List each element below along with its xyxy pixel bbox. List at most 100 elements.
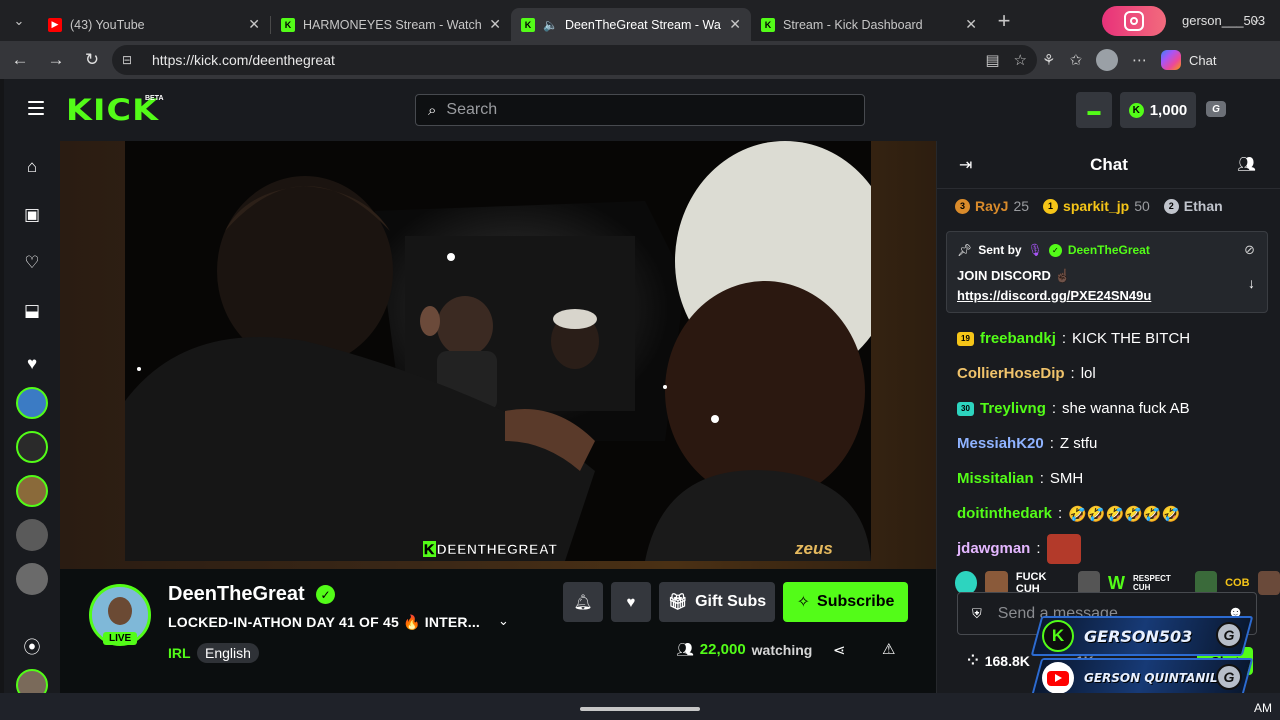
favorites-icon[interactable]: ✩ [1069, 51, 1082, 69]
heart-icon[interactable]: ♥ [20, 352, 44, 376]
browser-tab-bar: ⌄ ▶ (43) YouTube ✕ K HARMONEYES Stream -… [0, 0, 1280, 41]
chevron-down-icon[interactable]: ⌄ [1250, 10, 1262, 27]
tab-harmoneyes[interactable]: K HARMONEYES Stream - Watch Live ✕ [271, 8, 511, 41]
reader-mode-icon[interactable]: ▤ [985, 51, 999, 69]
gift-subs-label: Gift Subs [695, 593, 767, 610]
pinned-link[interactable]: https://discord.gg/PXE24SN49u [957, 288, 1151, 303]
kick-icon: K [521, 17, 535, 32]
profile-avatar[interactable] [1096, 49, 1119, 71]
chat-users-icon[interactable]: 👥︎ [1237, 155, 1256, 173]
arrow-down-icon[interactable]: ↓ [1248, 275, 1255, 291]
verified-icon: ✓ [1048, 243, 1062, 257]
kicks-balance: 1,000 [1149, 101, 1188, 119]
followed-channel-avatar[interactable] [16, 475, 48, 507]
more-icon[interactable]: ⋯ [1132, 51, 1147, 69]
language-tag[interactable]: English [197, 643, 259, 663]
emote-button[interactable]: W [1108, 573, 1125, 594]
close-icon[interactable]: ✕ [248, 16, 260, 33]
live-radio-icon[interactable]: ⦿ [20, 633, 44, 657]
video-player[interactable]: K DEENTHEGREAT zeus [125, 141, 871, 561]
copilot-button[interactable]: Chat [1161, 50, 1217, 70]
emote-button[interactable]: RESPECT CUH [1133, 574, 1187, 592]
followed-channel-avatar[interactable] [16, 563, 48, 595]
channel-name[interactable]: DeenTheGreat [168, 583, 305, 606]
viewers-icon: 👥︎ [676, 641, 694, 657]
kick-page: KICK BETA ⌕ Search ▬ K 1,000 G ⌂ ▣ ♡ ⬓ ♥… [4, 79, 1280, 693]
wallet-button[interactable]: ▬ [1076, 92, 1112, 128]
bell-icon: 🔔︎ [573, 594, 593, 611]
followed-channel-avatar[interactable] [16, 431, 48, 463]
following-icon[interactable]: ♡ [20, 251, 44, 275]
stream-title: LOCKED-IN-ATHON DAY 41 OF 45 🔥 INTER... [168, 614, 481, 630]
search-input[interactable]: ⌕ Search [415, 94, 865, 126]
shield-icon: ⛨ [972, 605, 982, 621]
leaderboard-item[interactable]: 2 Ethan [1163, 198, 1223, 214]
instagram-icon[interactable] [1102, 6, 1166, 36]
subscribe-button[interactable]: ✧ Subscribe [783, 582, 908, 622]
leaderboard-item[interactable]: 3 RayJ 25 [955, 198, 1029, 214]
watermark-k: K [423, 541, 436, 557]
followed-channel-avatar[interactable] [16, 387, 48, 419]
chat-message: doitinthedark: 🤣🤣🤣🤣🤣🤣 [957, 505, 1181, 523]
rank-badge: 2 [1163, 198, 1179, 214]
chat-username[interactable]: jdawgman [957, 540, 1030, 557]
browse-icon[interactable]: ▣ [20, 203, 44, 227]
url-field[interactable]: ⊟ https://kick.com/deenthegreat ▤ ☆ [112, 45, 1037, 75]
tab-title: DeenTheGreat Stream - Watch [564, 17, 722, 32]
site-info-icon[interactable]: ⊟ [122, 53, 140, 67]
close-icon[interactable]: ✕ [489, 16, 501, 33]
follow-button[interactable]: ♥ [611, 582, 651, 622]
taskbar-handle[interactable] [580, 707, 700, 711]
category-link[interactable]: IRL [168, 645, 191, 661]
home-icon[interactable]: ⌂ [20, 155, 44, 179]
sub-badge: 30 [957, 401, 974, 416]
back-button[interactable]: ← [2, 41, 38, 79]
hide-icon[interactable]: ⊘ [1244, 242, 1255, 258]
live-badge: LIVE [103, 632, 138, 645]
report-icon[interactable]: ⚠ [882, 640, 895, 658]
new-tab-button[interactable]: + [987, 0, 1021, 41]
kicks-icon: ⁘ [967, 652, 979, 668]
user-avatar[interactable]: G [1206, 101, 1226, 117]
emote-button[interactable]: COB [1225, 577, 1249, 589]
chat-text: lol [1080, 365, 1096, 382]
tab-kick-dashboard[interactable]: K Stream - Kick Dashboard ✕ [751, 8, 987, 41]
forward-button[interactable]: → [38, 41, 74, 79]
pinned-author[interactable]: DeenTheGreat [1068, 243, 1150, 257]
followed-channel-avatar[interactable] [16, 669, 48, 693]
chat-username[interactable]: freebandkj [980, 330, 1056, 347]
close-icon[interactable]: ✕ [965, 16, 977, 33]
chat-username[interactable]: Missitalian [957, 470, 1034, 487]
extensions-icon[interactable]: ⚘ [1042, 51, 1055, 69]
leaderboard-name: Ethan [1183, 198, 1223, 214]
chevron-down-icon[interactable]: ⌄ [498, 613, 509, 629]
tab-deenthegreat[interactable]: K 🔈 DeenTheGreat Stream - Watch ✕ [511, 8, 751, 41]
speaker-icon[interactable]: 🔈 [543, 18, 558, 32]
kicks-balance-button[interactable]: K 1,000 [1120, 92, 1196, 128]
share-icon[interactable]: ⋖ [833, 641, 846, 659]
notify-button[interactable]: 🔔︎ [563, 582, 603, 622]
followed-channel-avatar[interactable] [16, 519, 48, 551]
chat-username[interactable]: Treylivng [980, 400, 1046, 417]
chat-messages: 19 freebandkj: KICK THE BITCH CollierHos… [957, 321, 1277, 566]
chat-text: she wanna fuck AB [1062, 400, 1190, 417]
reload-button[interactable]: ↻ [74, 41, 110, 79]
tab-search-button[interactable]: ⌄ [0, 0, 38, 41]
menu-icon[interactable] [28, 101, 44, 115]
star-icon[interactable]: ☆ [1014, 51, 1027, 69]
sub-badge: 19 [957, 331, 974, 346]
chat-username[interactable]: doitinthedark [957, 505, 1052, 522]
search-placeholder: Search [446, 101, 498, 118]
pinned-message: 📌︎ Sent by 🎙︎ ✓ DeenTheGreat JOIN DISCOR… [946, 231, 1268, 313]
rank-badge: 3 [955, 198, 970, 214]
close-icon[interactable]: ✕ [729, 16, 741, 33]
leaderboard-item[interactable]: 1 sparkit_jp 50 [1043, 198, 1150, 214]
gift-subs-button[interactable]: 🎁︎ Gift Subs [659, 582, 775, 622]
heart-icon: ♥ [626, 593, 636, 611]
chat-username[interactable]: CollierHoseDip [957, 365, 1065, 382]
chat-username[interactable]: MessiahK20 [957, 435, 1044, 452]
gift-leaderboard: 3 RayJ 25 1 sparkit_jp 50 2 Ethan [955, 198, 1223, 214]
emote-button[interactable] [1257, 571, 1280, 595]
tab-youtube[interactable]: ▶ (43) YouTube ✕ [38, 8, 270, 41]
clips-icon[interactable]: ⬓ [20, 299, 44, 323]
